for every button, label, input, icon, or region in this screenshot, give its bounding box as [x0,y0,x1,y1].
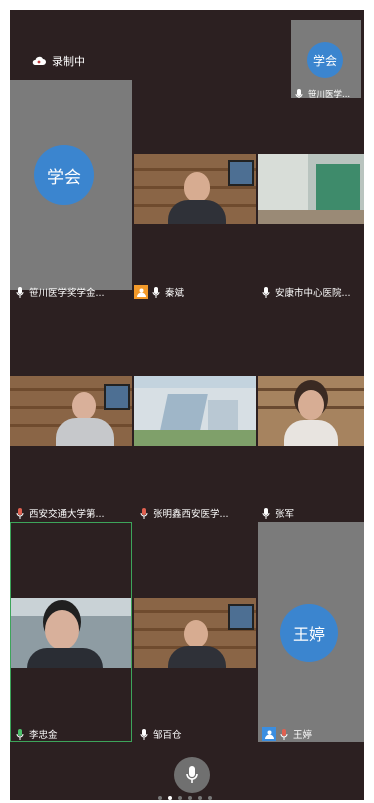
name-text: 王婷 [293,730,313,741]
self-name-text: 笹川医学... [308,90,351,98]
name-label-ankang: 安康市中心医院... [262,285,351,299]
video-tile-zoubaicang[interactable] [134,598,256,668]
ground-shape [134,430,256,446]
desk-shape [258,210,364,224]
person-body [27,648,103,668]
participant-tile-left[interactable]: 学会 [10,80,132,290]
video-tile-ankang[interactable] [258,154,364,224]
mic-icon [140,728,148,740]
person-body [56,418,114,446]
name-label-zoubaicang: 邹百仓 [140,727,182,741]
banner-shape [134,376,256,388]
mic-icon [262,286,270,298]
name-label-wangting: 王婷 [262,727,312,741]
name-text: 邹百仓 [153,730,182,741]
name-label-lizhongjin: 李忠金 [16,727,58,741]
name-text: 李忠金 [29,730,58,741]
page-dot[interactable] [158,796,162,800]
self-name-label: 笹川医学... [295,88,350,98]
name-text: 张明鑫西安医学... [153,509,229,520]
name-label-zhangmingxin: 张明鑫西安医学... [140,506,229,520]
self-avatar-text: 学会 [312,53,337,68]
wangting-avatar-text: 王婷 [292,625,325,644]
cloud-icon [32,56,46,65]
name-label-zhangjun: 张军 [262,506,294,520]
monitor-shape [228,604,254,630]
person-face [298,390,324,420]
meeting-screen: 录制中 学会 笹川医学... 学会 笹川医学奖学金... 秦斌 安康市中心医院.… [10,10,364,800]
mic-icon [295,88,303,98]
video-tile-zhangmingxin[interactable] [134,376,256,446]
monitor-shape [228,160,254,186]
building-shape [160,394,208,430]
mic-icon [16,507,24,519]
name-text: 张军 [275,509,295,520]
participant-avatar-text: 学会 [47,167,81,188]
page-dot[interactable] [208,796,212,800]
person-body [168,646,226,668]
wangting-avatar: 王婷 [280,604,338,662]
name-label-xajt: 西安交通大学第... [16,506,105,520]
person-face [72,392,96,420]
name-text: 安康市中心医院... [275,288,351,299]
mic-icon [152,286,160,298]
microphone-button[interactable] [174,757,210,793]
video-tile-xajt[interactable] [10,376,132,446]
mic-icon [262,507,270,519]
person-face [45,610,79,650]
name-text: 西安交通大学第... [29,509,105,520]
microphone-icon [186,766,198,783]
participant-avatar: 学会 [34,145,94,205]
page-indicator[interactable] [158,796,212,800]
self-video-tile[interactable]: 学会 笹川医学... [291,20,361,98]
person-face [184,620,208,648]
video-tile-qinbin[interactable] [134,154,256,224]
name-label-qinbin: 秦斌 [134,285,184,299]
person-body [168,200,226,224]
user-badge-icon [262,727,276,741]
participant-tile-wangting[interactable]: 王婷 [258,522,364,742]
plant-shape [316,164,360,214]
name-text: 秦斌 [165,288,185,299]
participant-name-label: 笹川医学奖学金... [16,285,105,299]
mic-icon [16,728,24,740]
video-tile-zhangjun[interactable] [258,376,364,446]
page-dot[interactable] [188,796,192,800]
recording-label: 录制中 [52,55,85,68]
participant-name-text: 笹川医学奖学金... [29,288,105,299]
video-tile-lizhongjin[interactable] [11,598,131,668]
mic-icon [280,728,288,740]
page-dot[interactable] [198,796,202,800]
self-avatar: 学会 [307,42,343,78]
page-dot[interactable] [178,796,182,800]
mic-icon [140,507,148,519]
building-shape [208,400,238,430]
monitor-shape [104,384,130,410]
page-dot[interactable] [168,796,172,800]
mic-icon [16,286,24,298]
person-face [184,172,210,202]
person-body [284,420,338,446]
recording-indicator: 录制中 [32,53,85,69]
raise-hand-icon [134,285,148,299]
